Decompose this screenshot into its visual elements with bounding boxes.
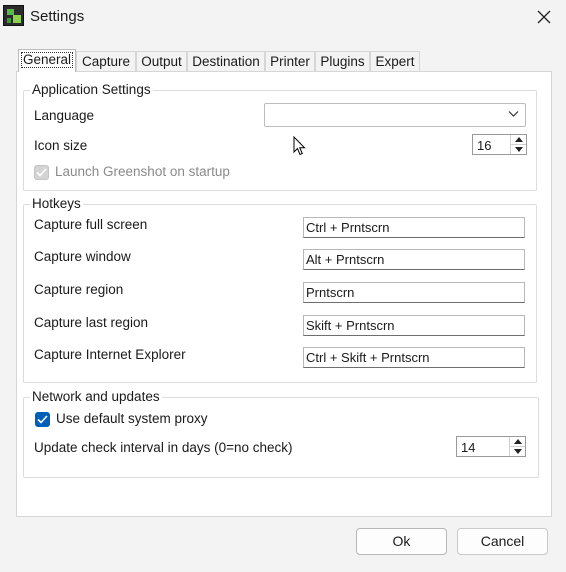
tab-capture[interactable]: Capture [76, 51, 136, 71]
icon-size-label: Icon size [34, 138, 88, 153]
application-settings-group: Application Settings Language Icon size … [23, 82, 537, 191]
spin-down-icon [513, 448, 522, 454]
spin-down-button[interactable] [511, 145, 526, 155]
title-bar: Settings [0, 0, 566, 34]
tab-output[interactable]: Output [136, 51, 187, 71]
update-interval-label: Update check interval in days (0=no chec… [34, 440, 293, 455]
hotkey-field-internet-explorer[interactable]: Ctrl + Skift + Prntscrn [303, 347, 525, 368]
update-interval-stepper[interactable]: 14 [456, 436, 526, 457]
icon-size-value: 16 [477, 138, 492, 153]
checkmark-icon [37, 415, 48, 424]
hotkeys-group: Hotkeys Capture full screen Ctrl + Prnts… [23, 196, 537, 383]
spin-up-icon [513, 438, 522, 444]
use-default-proxy-label: Use default system proxy [56, 411, 208, 426]
hotkey-label-internet-explorer: Capture Internet Explorer [34, 347, 186, 362]
spin-up-button[interactable] [511, 135, 526, 145]
tab-expert[interactable]: Expert [370, 51, 420, 71]
spin-up-icon [514, 136, 523, 142]
network-updates-title: Network and updates [30, 389, 162, 404]
hotkey-field-full-screen[interactable]: Ctrl + Prntscrn [303, 217, 525, 238]
spin-up-button[interactable] [510, 437, 525, 447]
hotkeys-title: Hotkeys [30, 196, 83, 211]
update-interval-value: 14 [461, 440, 476, 455]
spin-down-icon [514, 146, 523, 152]
tab-printer[interactable]: Printer [265, 51, 315, 71]
hotkey-label-full-screen: Capture full screen [34, 217, 148, 232]
hotkey-label-last-region: Capture last region [34, 315, 149, 330]
close-button[interactable] [528, 1, 560, 32]
greenshot-app-icon[interactable] [3, 5, 24, 26]
mouse-pointer-icon [293, 136, 306, 156]
general-tab-panel: Application Settings Language Icon size … [16, 71, 552, 517]
tab-plugins[interactable]: Plugins [315, 51, 370, 71]
hotkey-field-window[interactable]: Alt + Prntscrn [303, 249, 525, 270]
close-icon [537, 10, 551, 23]
spin-down-button[interactable] [510, 447, 525, 457]
cancel-button[interactable]: Cancel [457, 528, 548, 555]
language-label: Language [34, 108, 95, 123]
hotkey-label-window: Capture window [34, 249, 131, 264]
ok-button[interactable]: Ok [356, 528, 447, 555]
hotkey-field-last-region[interactable]: Skift + Prntscrn [303, 315, 525, 336]
launch-on-startup-label: Launch Greenshot on startup [55, 164, 230, 179]
tab-destination[interactable]: Destination [187, 51, 265, 71]
application-settings-title: Application Settings [30, 82, 153, 97]
window-title: Settings [30, 8, 85, 25]
chevron-down-icon [508, 111, 519, 117]
icon-size-stepper[interactable]: 16 [472, 134, 527, 155]
hotkey-label-region: Capture region [34, 282, 124, 297]
network-updates-group: Network and updates Use default system p… [23, 389, 539, 478]
use-default-proxy-checkbox[interactable] [35, 412, 50, 427]
tab-general[interactable]: General [18, 49, 76, 72]
hotkey-field-region[interactable]: Prntscrn [303, 282, 525, 303]
checkmark-icon [36, 168, 47, 177]
language-select[interactable] [264, 103, 526, 127]
launch-on-startup-checkbox[interactable] [34, 165, 49, 180]
